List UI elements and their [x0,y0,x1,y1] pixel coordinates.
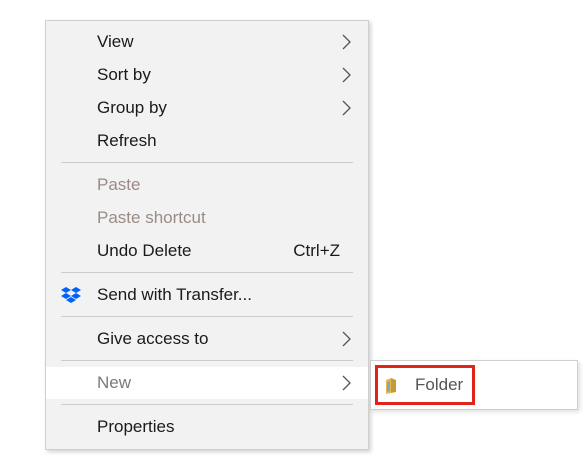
menu-item-label: Undo Delete [97,241,192,260]
menu-item-shortcut: Ctrl+Z [293,241,340,260]
menu-item-label: Group by [97,98,167,117]
menu-item-label: Paste [97,175,141,194]
menu-item-label: New [97,373,132,392]
menu-item-view[interactable]: View [46,27,368,57]
menu-item-paste: Paste [46,170,368,200]
menu-item-undo-delete[interactable]: Undo Delete Ctrl+Z [46,236,368,266]
new-submenu: Folder [370,360,578,410]
menu-separator [61,404,353,405]
menu-item-label: Properties [97,417,175,436]
menu-separator [61,360,353,361]
menu-item-label: Sort by [97,65,151,84]
menu-item-new[interactable]: New [46,367,368,399]
folder-icon [386,378,396,394]
menu-separator [61,162,353,163]
chevron-right-icon [342,331,351,347]
menu-item-paste-shortcut: Paste shortcut [46,203,368,233]
dropbox-icon [61,287,81,303]
submenu-item-folder[interactable]: Folder [375,365,475,405]
menu-item-group-by[interactable]: Group by [46,93,368,123]
chevron-right-icon [342,34,351,50]
chevron-right-icon [342,67,351,83]
menu-item-label: Send with Transfer... [97,285,252,304]
menu-item-give-access-to[interactable]: Give access to [46,324,368,354]
desktop-context-menu: View Sort by Group by Refresh Paste Past… [45,20,369,450]
menu-item-properties[interactable]: Properties [46,412,368,442]
menu-item-sort-by[interactable]: Sort by [46,60,368,90]
submenu-item-label: Folder [415,375,464,394]
menu-item-label: Paste shortcut [97,208,206,227]
menu-item-label: View [97,32,134,51]
menu-separator [61,316,353,317]
menu-item-label: Refresh [97,131,157,150]
menu-item-refresh[interactable]: Refresh [46,126,368,156]
menu-separator [61,272,353,273]
menu-item-send-with-transfer[interactable]: Send with Transfer... [46,280,368,310]
menu-item-label: Give access to [97,329,209,348]
chevron-right-icon [342,100,351,116]
chevron-right-icon [342,375,351,391]
